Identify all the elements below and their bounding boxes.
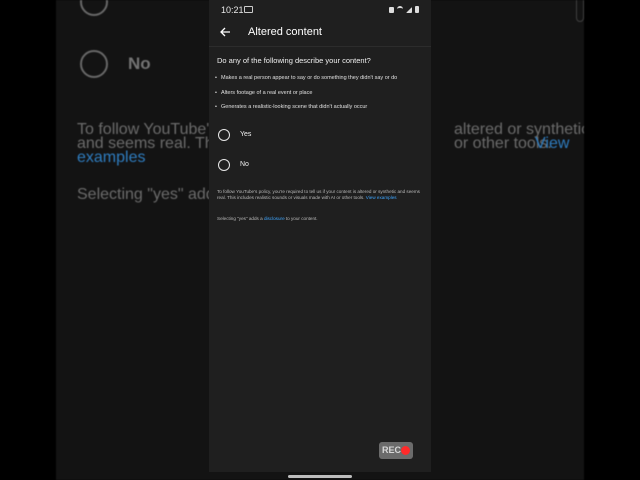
battery-icon [415,6,419,13]
screenshot-icon [244,6,253,13]
disclosure-prefix: Selecting "yes" adds a [217,216,263,221]
app-header: Altered content [209,18,431,47]
notification-icon [389,6,394,13]
option-label: No [240,161,249,168]
disclosure-link[interactable]: disclosure [264,216,285,221]
record-dot-icon [401,446,410,455]
bullet-item: Alters footage of a real event or place [215,90,312,96]
rec-badge: REC [379,442,413,459]
status-icons [389,6,419,13]
question-text: Do any of the following describe your co… [217,56,371,65]
background-link: examples [77,149,146,166]
option-label: Yes [240,131,252,138]
view-examples-link[interactable]: View examples [366,195,397,200]
home-indicator [288,475,352,478]
page-title: Altered content [248,26,322,38]
background-text: Selecting "yes" adds [77,186,223,203]
wifi-icon [397,6,403,13]
signal-icon [406,6,412,13]
status-time: 10:21 [221,5,244,15]
bullet-item: Makes a real person appear to say or do … [215,75,397,81]
rec-label: REC [382,445,402,455]
background-corner [576,0,584,22]
disclosure-note: Selecting "yes" adds a disclosure to you… [217,216,422,222]
policy-note: To follow YouTube's policy, you're requi… [217,189,422,201]
radio-button-icon[interactable] [218,129,230,141]
background-link: View [535,135,570,152]
status-bar: 10:21 [209,0,431,18]
back-arrow-icon[interactable] [217,24,233,40]
radio-button-icon[interactable] [218,159,230,171]
phone-screen: 10:21 Altered content Do any of the foll… [209,0,431,472]
bullet-item: Generates a realistic-looking scene that… [215,104,367,110]
background-radio-icon [80,0,108,16]
disclosure-suffix: to your content. [285,216,318,221]
background-no-label: No [128,54,151,73]
background-radio-icon [80,50,108,78]
